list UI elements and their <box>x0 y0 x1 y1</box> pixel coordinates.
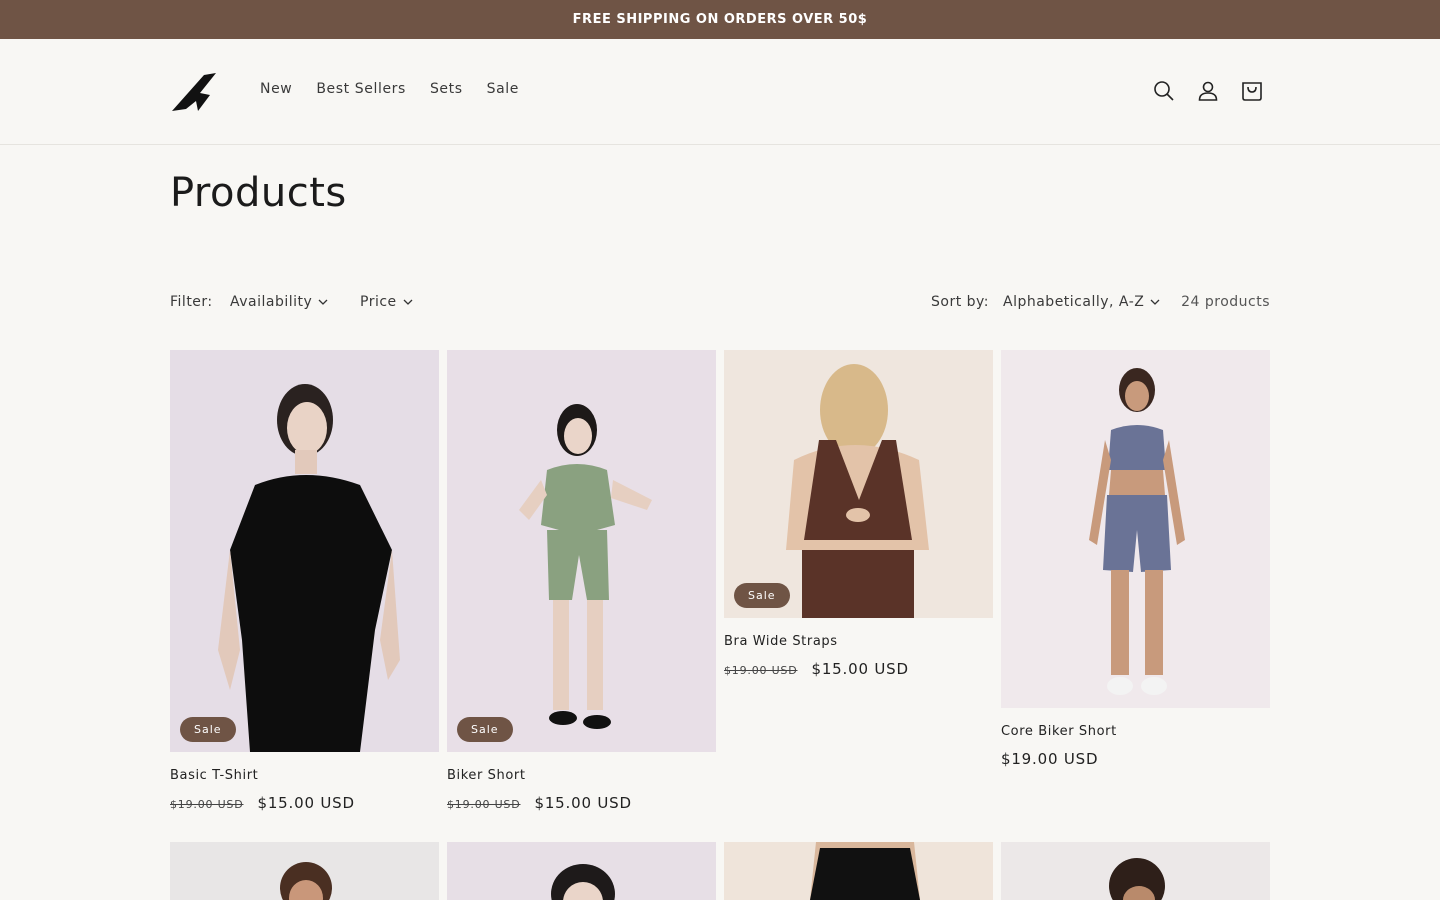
chevron-down-icon <box>1150 299 1160 305</box>
regular-price: $19.00 USD <box>1001 750 1099 768</box>
cart-icon[interactable] <box>1240 79 1264 103</box>
filter-bar: Filter: Availability Price Sort by: Alph… <box>170 294 1270 314</box>
account-icon[interactable] <box>1196 79 1220 103</box>
product-title[interactable]: Biker Short <box>447 768 526 783</box>
price-filter[interactable]: Price <box>360 294 413 310</box>
filter-label: Filter: <box>170 294 213 310</box>
availability-filter[interactable]: Availability <box>230 294 328 310</box>
product-image[interactable] <box>724 842 993 900</box>
nav-best-sellers[interactable]: Best Sellers <box>316 81 406 97</box>
announcement-bar: FREE SHIPPING ON ORDERS OVER 50$ <box>0 0 1440 39</box>
sale-badge: Sale <box>734 583 790 608</box>
sort-value: Alphabetically, A-Z <box>1003 294 1145 310</box>
availability-label: Availability <box>230 294 313 310</box>
product-image[interactable] <box>447 842 716 900</box>
brand-logo[interactable] <box>170 71 220 113</box>
product-price: $19.00 USD $15.00 USD <box>170 794 355 812</box>
sale-badge: Sale <box>180 717 236 742</box>
product-image[interactable]: Sale <box>724 350 993 618</box>
site-header: New Best Sellers Sets Sale <box>0 39 1440 145</box>
sale-price: $15.00 USD <box>257 794 355 812</box>
product-price: $19.00 USD <box>1001 750 1098 768</box>
nav-new[interactable]: New <box>260 81 292 97</box>
nav-sale[interactable]: Sale <box>487 81 519 97</box>
sale-price: $15.00 USD <box>811 660 909 678</box>
price-label: Price <box>360 294 397 310</box>
sale-badge: Sale <box>457 717 513 742</box>
product-image[interactable] <box>1001 350 1270 708</box>
chevron-down-icon <box>318 299 328 305</box>
product-price: $19.00 USD $15.00 USD <box>447 794 632 812</box>
product-image[interactable]: Sale <box>170 350 439 752</box>
product-image[interactable]: Sale <box>447 350 716 752</box>
product-title[interactable]: Core Biker Short <box>1001 724 1117 739</box>
compare-at-price: $19.00 USD <box>447 798 521 811</box>
sort-label: Sort by: <box>931 294 990 310</box>
product-image[interactable] <box>1001 842 1270 900</box>
search-icon[interactable] <box>1152 79 1176 103</box>
product-title[interactable]: Basic T-Shirt <box>170 768 258 783</box>
chevron-down-icon <box>403 299 413 305</box>
product-count: 24 products <box>1181 294 1270 310</box>
sale-price: $15.00 USD <box>534 794 632 812</box>
compare-at-price: $19.00 USD <box>170 798 244 811</box>
product-price: $19.00 USD $15.00 USD <box>724 660 909 678</box>
main-nav: New Best Sellers Sets Sale <box>260 81 519 97</box>
announcement-text: FREE SHIPPING ON ORDERS OVER 50$ <box>572 12 868 27</box>
product-image[interactable] <box>170 842 439 900</box>
nav-sets[interactable]: Sets <box>430 81 463 97</box>
page-title: Products <box>170 170 347 216</box>
product-title[interactable]: Bra Wide Straps <box>724 634 838 649</box>
compare-at-price: $19.00 USD <box>724 664 798 677</box>
sort-select[interactable]: Alphabetically, A-Z <box>1003 294 1160 310</box>
